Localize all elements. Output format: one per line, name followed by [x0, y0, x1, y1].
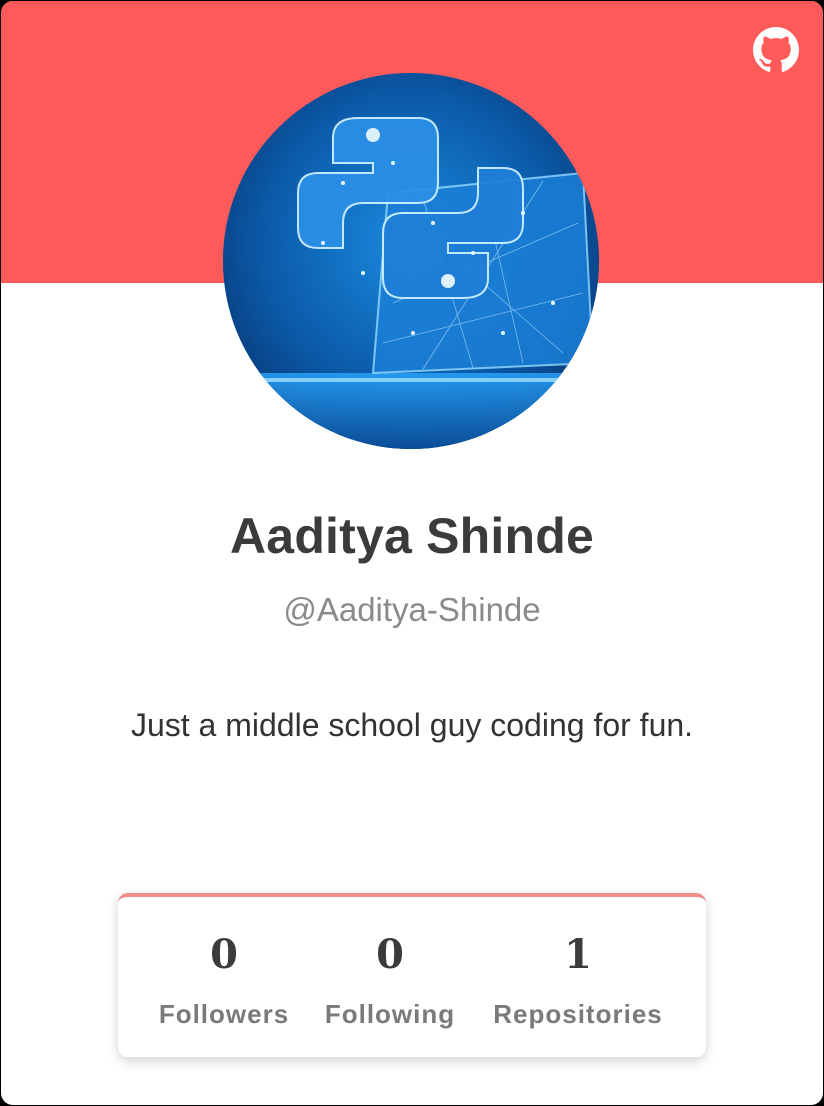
profile-name: Aaditya Shinde	[230, 508, 594, 564]
stats-panel: 0 Followers 0 Following 1 Repositories	[118, 893, 706, 1057]
following-count: 0	[376, 931, 404, 978]
followers-count: 0	[210, 931, 238, 978]
avatar-image	[223, 73, 599, 449]
repositories-count: 1	[564, 931, 592, 978]
profile-card: Aaditya Shinde @Aaditya-Shinde Just a mi…	[1, 1, 823, 1105]
avatar	[223, 73, 599, 449]
following-label: Following	[324, 999, 456, 1029]
profile-handle[interactable]: @Aaditya-Shinde	[1, 591, 823, 629]
repositories-label: Repositories	[493, 999, 663, 1029]
profile-bio: Just a middle school guy coding for fun.	[130, 707, 694, 743]
github-link[interactable]	[753, 27, 799, 73]
github-icon	[753, 27, 799, 73]
followers-label: Followers	[158, 999, 290, 1029]
